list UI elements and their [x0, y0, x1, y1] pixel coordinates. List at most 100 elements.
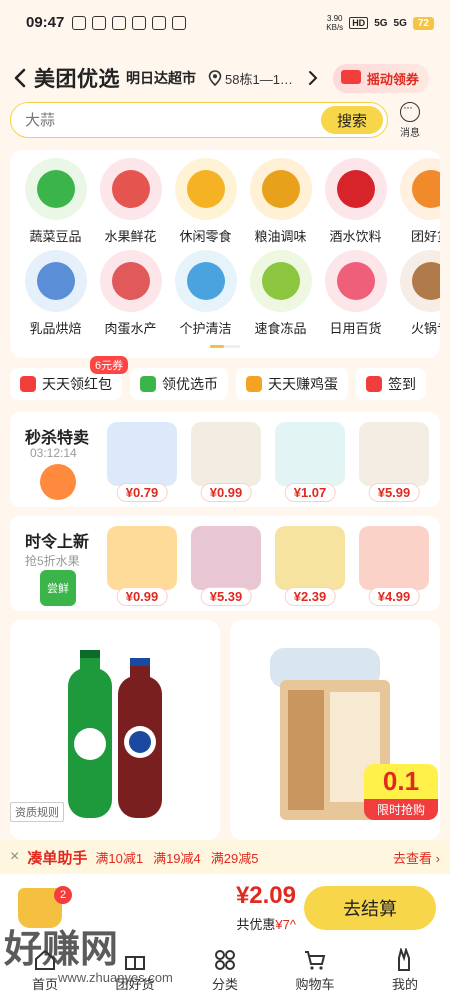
- seasonal-products: ¥0.99 ¥5.39 ¥2.39 ¥4.99: [105, 526, 431, 606]
- deal-product[interactable]: ¥5.39: [189, 526, 263, 606]
- savings-label: 共优惠: [236, 917, 276, 932]
- search-button[interactable]: 搜索: [321, 106, 383, 134]
- message-label: 消息: [400, 127, 420, 139]
- flash-sale-title: 秒杀特卖: [25, 430, 90, 447]
- category-item[interactable]: 酒水饮料: [318, 158, 393, 250]
- category-label: 肉蛋水产: [104, 321, 157, 336]
- app-icon: [92, 15, 107, 30]
- category-item[interactable]: 水果鲜花: [93, 158, 168, 250]
- product-card-bread[interactable]: 0.1 限时抢购: [230, 620, 440, 840]
- battery-icon: 72: [412, 16, 434, 30]
- category-image: [174, 158, 237, 220]
- category-image: [24, 158, 87, 220]
- category-item[interactable]: 休闲零食: [168, 158, 243, 250]
- speed-value: 3.90: [326, 14, 343, 23]
- promo-badge: 6元券: [90, 356, 129, 374]
- message-button[interactable]: 消息: [400, 100, 420, 139]
- category-item[interactable]: 肉蛋水产: [93, 250, 168, 342]
- category-image: [249, 250, 312, 312]
- seasonal-panel[interactable]: 时令上新 抢5折水果 尝鲜 ¥0.99 ¥5.39 ¥2.39 ¥4.99: [10, 516, 440, 611]
- deal-product[interactable]: ¥5.99: [357, 422, 431, 502]
- search-input[interactable]: [25, 111, 285, 129]
- fresh-badge-icon: 尝鲜: [40, 570, 76, 606]
- promo-item[interactable]: 天天领红包 6元券: [10, 356, 129, 400]
- promo-icon: [366, 376, 382, 392]
- category-item[interactable]: 速食冻品: [243, 250, 318, 342]
- category-image: [249, 158, 312, 220]
- watermark-url: www.zhuanyes.com: [58, 970, 173, 985]
- category-label: 粮油调味: [254, 229, 307, 244]
- checkout-button[interactable]: 去结算: [304, 886, 436, 930]
- shake-coupon-button[interactable]: 摇动领券: [332, 63, 429, 93]
- search-row: 搜索 消息: [10, 100, 440, 140]
- flash-price: 0.1: [364, 764, 438, 799]
- price-tag: ¥5.39: [200, 587, 252, 606]
- back-icon[interactable]: [10, 68, 30, 88]
- category-item[interactable]: 火锅专: [393, 250, 440, 342]
- category-product-shape: [186, 262, 225, 300]
- cart-total: ¥2.09: [235, 882, 296, 909]
- product-image: [275, 526, 345, 590]
- qualification-rules[interactable]: 资质规则: [10, 802, 64, 822]
- category-item[interactable]: 日用百货: [318, 250, 393, 342]
- flash-sale-products: ¥0.79 ¥0.99 ¥1.07 ¥5.99: [105, 422, 431, 502]
- deal-product[interactable]: ¥4.99: [357, 526, 431, 606]
- taobao-icon: [132, 15, 147, 30]
- deal-product[interactable]: ¥0.99: [105, 526, 179, 606]
- tab-profile[interactable]: 我的: [370, 947, 440, 993]
- price-tag: ¥0.79: [116, 483, 168, 502]
- category-item[interactable]: 团好货: [393, 158, 440, 250]
- brand-title: 美团优选: [34, 68, 120, 91]
- promo-row: 天天领红包 6元券 领优选币 天天赚鸡蛋 签到: [10, 356, 450, 402]
- signal-5g-a: 5G: [374, 17, 388, 29]
- price-tag: ¥0.99: [200, 483, 252, 502]
- category-item[interactable]: 乳品烘焙: [18, 250, 93, 342]
- category-item[interactable]: 个护清洁: [168, 250, 243, 342]
- seasonal-subtitle: 抢5折水果: [25, 554, 80, 568]
- deal-product[interactable]: ¥2.39: [273, 526, 347, 606]
- cart-savings[interactable]: 共优惠¥7^: [236, 914, 296, 933]
- category-label: 火锅专: [410, 321, 440, 336]
- category-grid-icon: [215, 949, 235, 970]
- category-product-shape: [36, 170, 75, 208]
- promo-item[interactable]: 领优选币: [130, 368, 228, 400]
- flash-sale-panel[interactable]: 秒杀特卖 03:12:14 ¥0.79 ¥0.99 ¥1.07 ¥5.99: [10, 412, 440, 507]
- category-item[interactable]: 蔬菜豆品: [18, 158, 93, 250]
- product-cards: 资质规则 0.1 限时抢购: [10, 620, 440, 840]
- price-tag: ¥5.99: [368, 483, 420, 502]
- product-card-drinks[interactable]: 资质规则: [10, 620, 220, 840]
- tab-category[interactable]: 分类: [190, 948, 260, 993]
- chevron-right-icon: [308, 71, 318, 85]
- tab-cart[interactable]: 购物车: [280, 948, 350, 993]
- gift-icon: [125, 955, 145, 970]
- category-item[interactable]: 粮油调味: [243, 158, 318, 250]
- helper-view-button[interactable]: 去查看 ›: [393, 848, 440, 867]
- promo-item[interactable]: 天天赚鸡蛋: [236, 368, 348, 400]
- price-tag: ¥0.99: [116, 587, 168, 606]
- helper-item: 满19减4: [153, 850, 201, 866]
- product-image: [275, 422, 345, 486]
- notification-icon: [72, 15, 87, 30]
- close-icon[interactable]: ×: [10, 848, 19, 866]
- product-image: [107, 526, 177, 590]
- deal-product[interactable]: ¥0.99: [189, 422, 263, 502]
- promo-item[interactable]: 签到: [356, 368, 426, 400]
- category-label: 休闲零食: [179, 229, 232, 244]
- flash-label: 限时抢购: [364, 799, 438, 820]
- promo-icon: [140, 376, 156, 392]
- product-image: [191, 526, 261, 590]
- category-product-shape: [336, 262, 375, 300]
- helper-item: 满10减1: [95, 850, 144, 866]
- network-speed: 3.90 KB/s: [326, 14, 343, 32]
- category-image: [399, 158, 440, 220]
- scroll-indicator: [210, 345, 240, 348]
- deal-product[interactable]: ¥0.79: [105, 422, 179, 502]
- category-product-shape: [36, 262, 75, 300]
- search-box: 搜索: [10, 102, 388, 138]
- promo-label: 天天领红包: [42, 376, 112, 392]
- price-tag: ¥2.39: [284, 587, 336, 606]
- deal-product[interactable]: ¥1.07: [273, 422, 347, 502]
- location-selector[interactable]: 58栋1—1…: [208, 69, 319, 88]
- category-product-shape: [411, 262, 440, 300]
- category-label: 个护清洁: [179, 321, 232, 336]
